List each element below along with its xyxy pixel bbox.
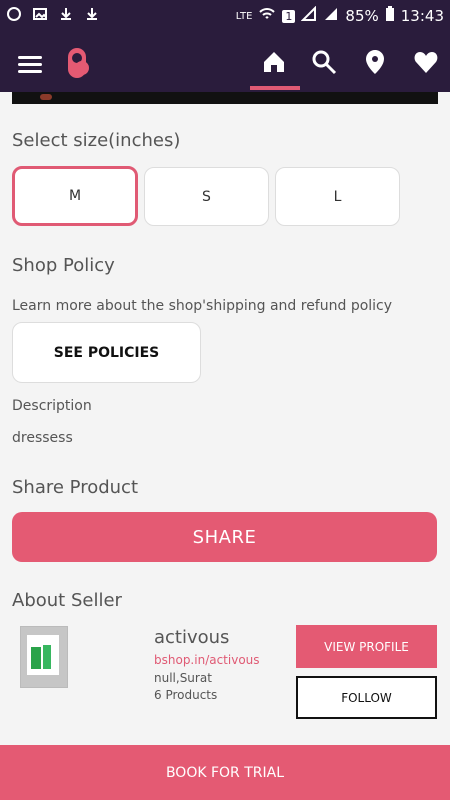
home-icon[interactable] <box>260 48 288 76</box>
seller-name: activous <box>154 627 230 648</box>
heart-icon[interactable] <box>412 48 440 76</box>
view-profile-button[interactable]: VIEW PROFILE <box>296 625 437 668</box>
battery-percent: 85% <box>345 7 379 25</box>
about-seller-title: About Seller <box>12 590 122 611</box>
battery-icon <box>385 6 395 26</box>
whatsapp-icon <box>6 6 22 22</box>
time: 13:43 <box>400 7 444 25</box>
download-icon <box>58 6 74 22</box>
seller-link[interactable]: bshop.in/activous <box>154 653 260 667</box>
size-section-title: Select size(inches) <box>12 130 181 151</box>
book-for-trial-button[interactable]: BOOK FOR TRIAL <box>0 745 450 800</box>
sim-badge: 1 <box>282 9 296 23</box>
lte-label: LTE <box>235 10 253 22</box>
share-button[interactable]: SHARE <box>12 512 437 562</box>
status-left <box>6 6 100 22</box>
location-pin-icon[interactable] <box>361 48 389 76</box>
description-label: Description <box>12 398 92 414</box>
seller-location: null,Surat <box>154 671 212 685</box>
follow-button[interactable]: FOLLOW <box>296 676 437 719</box>
app-logo[interactable] <box>62 46 96 80</box>
description-value: dressess <box>12 430 73 446</box>
seller-product-count: 6 Products <box>154 688 218 702</box>
see-policies-button[interactable]: SEE POLICIES <box>12 322 201 383</box>
image-icon <box>32 6 48 22</box>
size-option-l[interactable]: L <box>275 167 400 226</box>
shop-policy-text: Learn more about the shop'shipping and r… <box>12 298 393 314</box>
wifi-icon <box>258 6 276 26</box>
shop-policy-title: Shop Policy <box>12 255 115 276</box>
signal-icon <box>301 5 317 26</box>
size-option-m[interactable]: M <box>12 166 138 226</box>
signal-icon-2 <box>323 6 339 26</box>
status-right: LTE 1 85% 13:43 <box>235 5 444 26</box>
menu-icon[interactable] <box>18 56 42 74</box>
status-bar: LTE 1 85% 13:43 <box>0 0 450 32</box>
app-bar <box>0 32 450 92</box>
seller-avatar[interactable] <box>20 626 68 688</box>
download-icon-2 <box>84 6 100 22</box>
search-icon[interactable] <box>310 48 338 76</box>
product-image-bottom-edge <box>12 92 438 104</box>
size-option-s[interactable]: S <box>144 167 269 226</box>
share-product-title: Share Product <box>12 477 139 498</box>
active-tab-indicator <box>250 86 300 90</box>
